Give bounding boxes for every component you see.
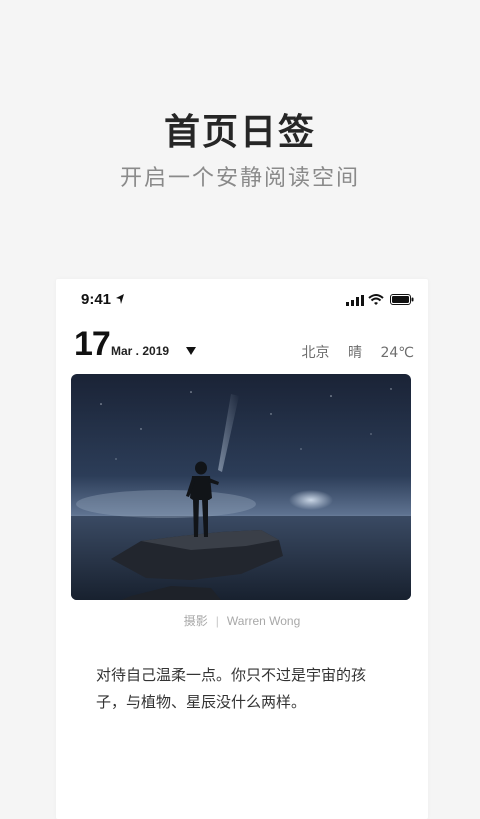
night-sea-photo [71, 374, 411, 600]
weather-condition: 晴 [348, 345, 362, 361]
photo-credit: 摄影 | Warren Wong [56, 612, 428, 629]
phone-screen-card: 9:41 17 Mar . 2019 北京 晴 24℃ 摄影 | Warren … [56, 279, 428, 819]
photo-credit-label: 摄影 [183, 614, 208, 628]
daily-photo [71, 374, 411, 600]
battery-icon [390, 294, 414, 305]
date-weather-row: 17 Mar . 2019 北京 晴 24℃ [74, 325, 414, 365]
status-time: 9:41 [81, 291, 112, 308]
weather-info: 北京 晴 24℃ [302, 342, 414, 362]
wifi-icon [368, 294, 384, 305]
date-day: 17 [74, 325, 111, 363]
photographer-name: Warren Wong [226, 614, 301, 628]
daily-quote: 对待自己温柔一点。你只不过是宇宙的孩子，与植物、星辰没什么两样。 [96, 666, 367, 711]
weather-temperature: 24℃ [380, 345, 414, 361]
promo-subtitle: 开启一个安静阅读空间 [119, 166, 360, 191]
location-arrow-icon [116, 294, 124, 304]
caret-down-icon[interactable] [186, 347, 196, 355]
signal-icon [346, 295, 364, 306]
status-bar: 9:41 [56, 279, 428, 323]
photo-credit-separator: | [215, 614, 219, 628]
date-month-year[interactable]: Mar . 2019 [111, 344, 169, 358]
weather-city: 北京 [301, 345, 330, 361]
promo-title: 首页日签 [163, 112, 316, 153]
